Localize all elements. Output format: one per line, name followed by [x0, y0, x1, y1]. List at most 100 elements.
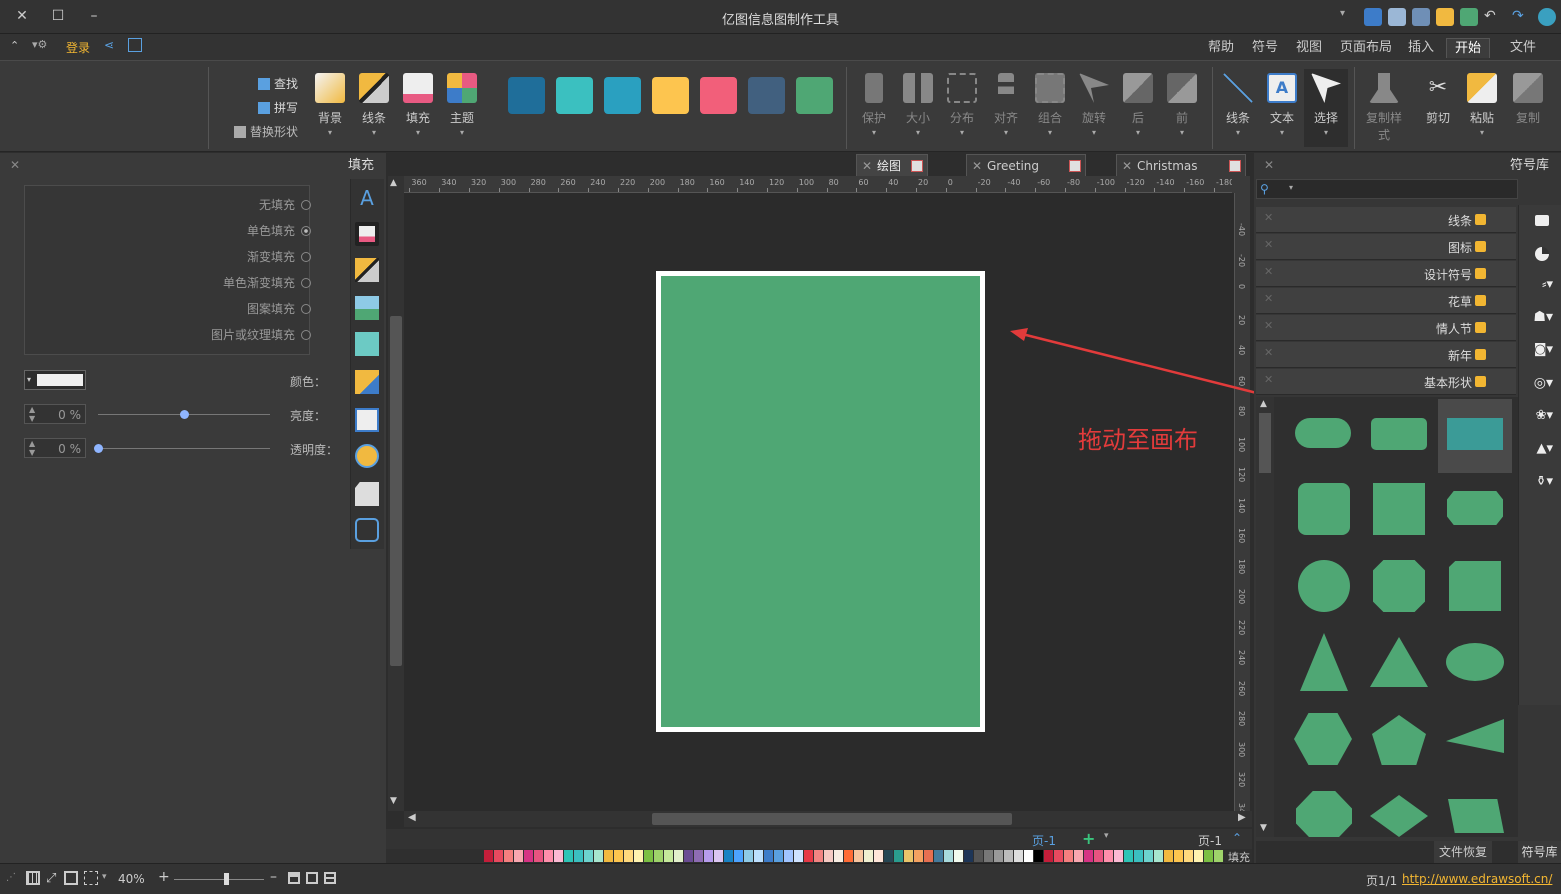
- menu-home[interactable]: 开始: [1446, 38, 1491, 58]
- rect-category-icon[interactable]: [1523, 209, 1553, 233]
- palette-color[interactable]: [1144, 850, 1153, 862]
- palette-color[interactable]: [1034, 850, 1043, 862]
- person-category-icon[interactable]: ☗▾: [1523, 309, 1553, 333]
- scroll-left-icon[interactable]: ◀: [408, 812, 416, 823]
- page-setup-icon[interactable]: [355, 408, 379, 432]
- shape-rounded-rectangle[interactable]: [1371, 418, 1427, 450]
- palette-color[interactable]: [604, 850, 613, 862]
- palette-color[interactable]: [1104, 850, 1113, 862]
- palette-color[interactable]: [574, 850, 583, 862]
- transparency-slider-thumb[interactable]: [94, 444, 103, 453]
- palette-color[interactable]: [974, 850, 983, 862]
- palette-color[interactable]: [914, 850, 923, 862]
- palette-color[interactable]: [674, 850, 683, 862]
- grid-view-icon[interactable]: [26, 871, 40, 885]
- group-button[interactable]: 组合 ▾: [1028, 69, 1072, 147]
- palette-color[interactable]: [944, 850, 953, 862]
- palette-color[interactable]: [754, 850, 763, 862]
- bring-front-button[interactable]: 前 ▾: [1160, 69, 1204, 147]
- palette-color[interactable]: [804, 850, 813, 862]
- palette-color[interactable]: [1074, 850, 1083, 862]
- brightness-slider[interactable]: [98, 410, 270, 419]
- fill-option-solid[interactable]: 单色填充: [247, 222, 311, 239]
- palette-color[interactable]: [1054, 850, 1063, 862]
- category-lines[interactable]: ✕ 线条: [1256, 207, 1516, 233]
- palette-color[interactable]: [834, 850, 843, 862]
- palette-color[interactable]: [1014, 850, 1023, 862]
- style-swatch-2[interactable]: [556, 77, 593, 114]
- palette-color[interactable]: [714, 850, 723, 862]
- palette-color[interactable]: [924, 850, 933, 862]
- zoom-in-icon[interactable]: +: [158, 869, 170, 885]
- text-format-icon[interactable]: A: [355, 186, 379, 210]
- shape-pill[interactable]: [1295, 418, 1351, 448]
- scroll-right-icon[interactable]: ▶: [1238, 812, 1246, 823]
- line-tool-button[interactable]: 线条 ▾: [1216, 69, 1260, 147]
- fill-option-texture[interactable]: 图片或纹理填充: [211, 326, 311, 343]
- palette-color[interactable]: [1044, 850, 1053, 862]
- qa-save-icon[interactable]: [1364, 8, 1382, 26]
- fit-width-icon[interactable]: ⤢: [46, 871, 56, 886]
- scroll-up-icon[interactable]: ▲: [390, 178, 397, 188]
- category-new-year[interactable]: ✕ 新年: [1256, 342, 1516, 368]
- palette-color[interactable]: [1094, 850, 1103, 862]
- website-link[interactable]: http://www.edrawsoft.cn/: [1402, 872, 1552, 886]
- page-nav-icon[interactable]: ⌃: [1232, 831, 1242, 845]
- menu-file[interactable]: 文件: [1502, 38, 1544, 58]
- palette-color[interactable]: [544, 850, 553, 862]
- style-swatch-7[interactable]: [796, 77, 833, 114]
- menu-symbol[interactable]: 符号: [1244, 38, 1286, 58]
- palette-color[interactable]: [864, 850, 873, 862]
- shape-tall-triangle[interactable]: [1300, 633, 1348, 691]
- qa-new-icon[interactable]: [1460, 8, 1478, 26]
- comment-icon[interactable]: [355, 518, 379, 542]
- zoom-out-icon[interactable]: –: [270, 869, 277, 885]
- shape-circle[interactable]: [1298, 560, 1350, 612]
- page[interactable]: [656, 271, 985, 732]
- palette-color[interactable]: [774, 850, 783, 862]
- palette-color[interactable]: [764, 850, 773, 862]
- style-swatch-6[interactable]: [748, 77, 785, 114]
- palette-color[interactable]: [784, 850, 793, 862]
- tab-close-icon[interactable]: ✕: [1122, 155, 1132, 177]
- image-format-icon[interactable]: [355, 296, 379, 320]
- palette-color[interactable]: [1084, 850, 1093, 862]
- cut-button[interactable]: ✂ 剪切: [1416, 69, 1460, 147]
- send-back-button[interactable]: 后 ▾: [1116, 69, 1160, 147]
- undo-icon[interactable]: ↶: [1484, 8, 1502, 26]
- shape-pentagon[interactable]: [1372, 715, 1426, 765]
- scroll-down-icon[interactable]: ▼: [390, 796, 397, 806]
- palette-color[interactable]: [814, 850, 823, 862]
- zoom-dropdown-icon[interactable]: ▾: [102, 872, 107, 882]
- tab-greeting-card[interactable]: ✕Greeting Card 1: [966, 154, 1086, 195]
- tab-symbol-library[interactable]: 符号库: [1518, 841, 1561, 863]
- line-format-icon[interactable]: [355, 258, 379, 282]
- palette-color[interactable]: [874, 850, 883, 862]
- rotate-button[interactable]: 旋转 ▾: [1072, 69, 1116, 147]
- collapse-ribbon-icon[interactable]: ⌃: [10, 39, 19, 52]
- menu-page-layout[interactable]: 页面布局: [1332, 38, 1400, 58]
- fit-page-icon[interactable]: [64, 871, 78, 885]
- shape-rounded-diamond[interactable]: [1296, 791, 1352, 837]
- paste-button[interactable]: 粘贴 ▾: [1460, 69, 1504, 147]
- style-swatch-1[interactable]: [508, 77, 545, 114]
- palette-color[interactable]: [1064, 850, 1073, 862]
- vertical-scroll-thumb[interactable]: [390, 316, 402, 666]
- shape-right-triangle[interactable]: [1446, 719, 1504, 753]
- camera-category-icon[interactable]: ◙▾: [1523, 342, 1553, 366]
- category-basic-shapes[interactable]: ✕ 基本形状: [1256, 369, 1516, 395]
- spiral-category-icon[interactable]: ◎▾: [1523, 375, 1553, 399]
- theme-button[interactable]: 主题 ▾: [440, 69, 484, 147]
- horizontal-scrollbar[interactable]: ◀ ▶: [404, 811, 1252, 827]
- palette-color[interactable]: [734, 850, 743, 862]
- login-link[interactable]: 登录: [66, 39, 90, 56]
- palette-color[interactable]: [624, 850, 633, 862]
- redo-icon[interactable]: ↷: [1512, 8, 1530, 26]
- wave-category-icon[interactable]: ⸗▾: [1523, 276, 1553, 300]
- palette-color[interactable]: [1124, 850, 1133, 862]
- horizontal-scroll-thumb[interactable]: [652, 813, 1012, 825]
- palette-color[interactable]: [684, 850, 693, 862]
- layer-icon[interactable]: [355, 370, 379, 394]
- palette-color[interactable]: [704, 850, 713, 862]
- palette-color[interactable]: [594, 850, 603, 862]
